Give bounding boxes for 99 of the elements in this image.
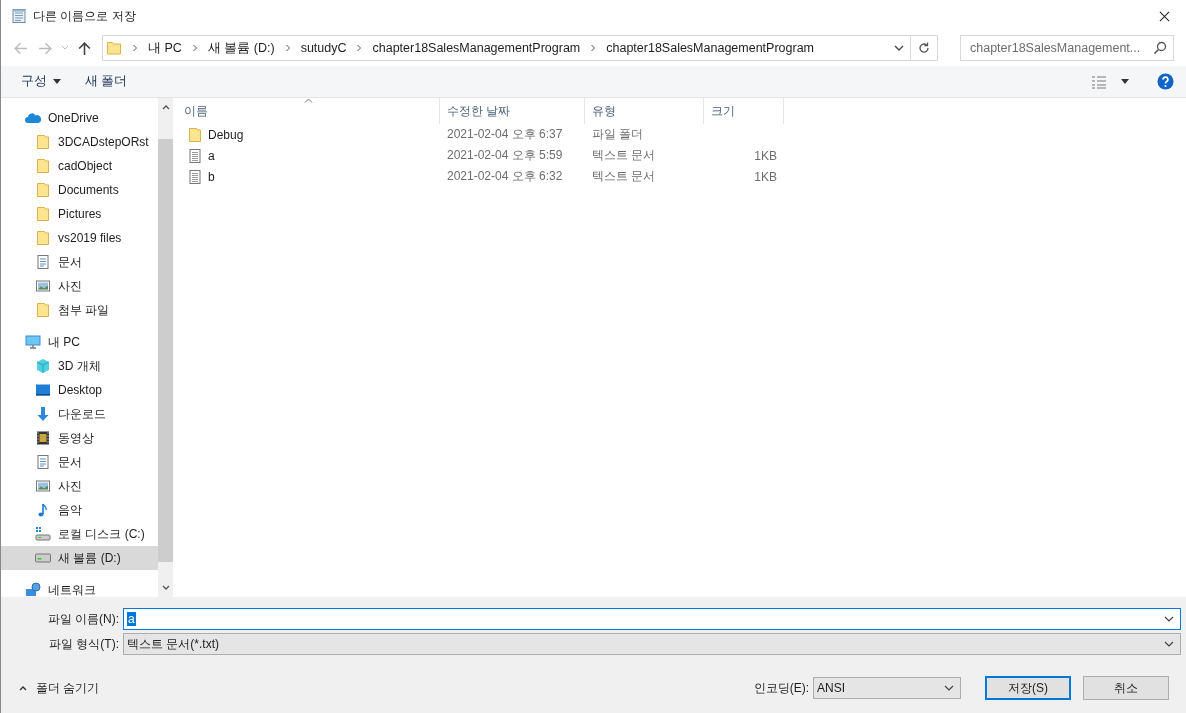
sidebar-item[interactable]: 사진 xyxy=(1,474,158,498)
sidebar-item[interactable]: 첨부 파일 xyxy=(1,298,158,322)
text-file-icon xyxy=(187,147,203,164)
cloud-icon xyxy=(25,110,41,126)
scroll-down-icon[interactable] xyxy=(161,585,170,590)
chevron-right-icon xyxy=(284,44,291,52)
column-header[interactable]: 수정한 날짜 xyxy=(440,98,585,124)
sidebar-item[interactable]: 내 PC xyxy=(1,330,158,354)
folder-icon xyxy=(35,158,51,174)
chevron-right-icon xyxy=(356,44,363,52)
file-type: 텍스트 문서 xyxy=(591,147,657,164)
search-field[interactable]: chapter18SalesManagement... xyxy=(960,35,1174,61)
chevron-down-icon xyxy=(1164,641,1174,647)
folder-icon xyxy=(35,206,51,222)
pc-icon xyxy=(25,334,41,350)
picture-icon xyxy=(35,478,51,494)
column-header[interactable]: 크기 xyxy=(704,98,784,124)
modified-date: 2021-02-04 오후 6:32 xyxy=(446,168,564,185)
cube-icon xyxy=(35,358,51,374)
video-icon xyxy=(35,430,51,446)
search-icon xyxy=(1153,41,1167,55)
chevron-right-icon xyxy=(191,44,198,52)
sidebar-item[interactable]: Documents xyxy=(1,178,158,202)
encoding-label: 인코딩(E): xyxy=(753,679,809,697)
breadcrumb-item[interactable]: sutudyC xyxy=(300,41,347,55)
column-header[interactable]: 유형 xyxy=(585,98,704,124)
sidebar-item[interactable]: 3D 개체 xyxy=(1,354,158,378)
sort-ascending-icon xyxy=(304,98,313,103)
file-type-label: 파일 형식(T): xyxy=(48,635,120,653)
dialog-button[interactable]: 취소 xyxy=(1083,676,1169,700)
sidebar-item[interactable]: vs2019 files xyxy=(1,226,158,250)
network-icon xyxy=(25,582,41,597)
sidebar-item[interactable]: 음악 xyxy=(1,498,158,522)
file-name[interactable]: b xyxy=(208,169,215,184)
sidebar-item[interactable]: 새 볼륨 (D:) xyxy=(1,546,158,570)
caret-down-icon[interactable] xyxy=(1121,79,1129,84)
sidebar-item[interactable]: 3DCADstepORst xyxy=(1,130,158,154)
sidebar-item[interactable]: 다운로드 xyxy=(1,402,158,426)
sidebar-item[interactable]: 문서 xyxy=(1,250,158,274)
file-type-dropdown[interactable]: 텍스트 문서(*.txt) xyxy=(123,633,1181,655)
folder-icon xyxy=(35,302,51,318)
modified-date: 2021-02-04 오후 6:37 xyxy=(446,126,564,143)
breadcrumb-item[interactable]: 내 PC xyxy=(148,39,182,57)
organize-button[interactable]: 구성 xyxy=(9,69,73,94)
window-title: 다른 이름으로 저장 xyxy=(33,7,136,25)
file-name[interactable]: a xyxy=(208,148,215,163)
breadcrumb-item[interactable]: 새 볼륨 (D:) xyxy=(207,39,275,57)
up-arrow-icon[interactable] xyxy=(77,40,92,56)
modified-date: 2021-02-04 오후 5:59 xyxy=(446,147,564,164)
sidebar-item[interactable]: 문서 xyxy=(1,450,158,474)
file-type: 텍스트 문서 xyxy=(591,168,657,185)
system-drive-icon xyxy=(35,526,51,542)
folder-icon xyxy=(35,134,51,150)
help-icon[interactable] xyxy=(1157,73,1174,90)
sidebar-item[interactable]: OneDrive xyxy=(1,106,158,130)
sidebar-item[interactable]: cadObject xyxy=(1,154,158,178)
file-size: 1KB xyxy=(754,148,777,163)
desktop-icon xyxy=(35,382,51,398)
document-icon xyxy=(35,254,51,270)
file-name[interactable]: Debug xyxy=(208,127,244,142)
scrollbar[interactable] xyxy=(158,98,173,597)
sidebar-item[interactable]: Pictures xyxy=(1,202,158,226)
new-folder-button[interactable]: 새 폴더 xyxy=(73,69,140,94)
scroll-up-icon[interactable] xyxy=(161,105,170,110)
folder-icon xyxy=(106,40,122,56)
document-icon xyxy=(35,454,51,470)
drive-icon xyxy=(35,550,51,566)
download-icon xyxy=(35,406,51,422)
hide-folders-button[interactable]: 폴더 숨기기 xyxy=(13,678,106,698)
file-type: 파일 폴더 xyxy=(591,126,645,143)
sidebar-item[interactable]: 동영상 xyxy=(1,426,158,450)
encoding-dropdown[interactable]: ANSI xyxy=(813,677,961,699)
breadcrumb-item[interactable]: chapter18SalesManagementProgram xyxy=(372,41,581,55)
chevron-down-icon xyxy=(944,685,954,691)
folder-icon xyxy=(35,230,51,246)
close-icon[interactable] xyxy=(1159,10,1170,22)
text-file-icon xyxy=(187,168,203,185)
file-name-field[interactable]: a xyxy=(123,608,1181,630)
chevron-right-icon xyxy=(590,44,597,52)
column-header[interactable]: 이름 xyxy=(177,98,440,124)
sidebar-item[interactable]: 사진 xyxy=(1,274,158,298)
chevron-right-icon xyxy=(132,44,138,52)
chevron-down-icon xyxy=(1164,616,1174,622)
sidebar-item[interactable]: 로컬 디스크 (C:) xyxy=(1,522,158,546)
file-name-label: 파일 이름(N): xyxy=(46,610,120,628)
chevron-down-icon[interactable] xyxy=(894,45,904,51)
file-size: 1KB xyxy=(754,169,777,184)
folder-icon xyxy=(35,182,51,198)
sidebar-item[interactable]: 네트워크 xyxy=(1,578,158,597)
sidebar-item[interactable]: Desktop xyxy=(1,378,158,402)
picture-icon xyxy=(35,278,51,294)
folder-icon xyxy=(187,126,203,143)
dialog-button[interactable]: 저장(S) xyxy=(985,676,1071,700)
breadcrumb-item[interactable]: chapter18SalesManagementProgram xyxy=(606,41,814,55)
refresh-icon[interactable] xyxy=(917,41,931,55)
notepad-icon xyxy=(11,8,27,24)
chevron-up-icon xyxy=(19,685,27,691)
caret-down-icon xyxy=(53,79,61,84)
address-bar[interactable]: 내 PC 새 볼륨 (D:) sutudyC chapter18SalesManagementProgram chapter18SalesManagementProgram xyxy=(102,35,938,61)
